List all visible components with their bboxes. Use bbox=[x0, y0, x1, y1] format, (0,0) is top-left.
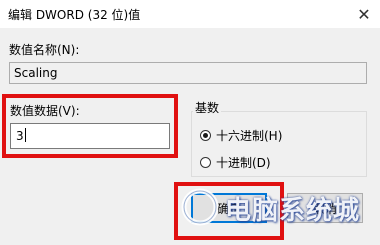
value-data-text: 3 bbox=[16, 129, 24, 143]
title-bar: 编辑 DWORD (32 位)值 ✕ bbox=[0, 0, 380, 28]
radio-hex-label: 十六进制(H) bbox=[216, 129, 283, 143]
radio-hex[interactable]: 十六进制(H) bbox=[200, 127, 282, 144]
value-name-field: Scaling bbox=[9, 62, 367, 84]
radio-decimal-label: 十进制(D) bbox=[216, 156, 271, 170]
radio-button-selected[interactable] bbox=[200, 130, 211, 141]
watermark-logo-icon bbox=[180, 187, 220, 227]
base-group-title: 基数 bbox=[193, 99, 222, 116]
value-data-label: 数值数据(V): bbox=[10, 104, 80, 118]
radio-decimal[interactable]: 十进制(D) bbox=[200, 154, 271, 171]
window-title: 编辑 DWORD (32 位)值 bbox=[8, 8, 141, 22]
text-caret bbox=[24, 128, 26, 142]
radio-button[interactable] bbox=[200, 157, 211, 168]
value-data-input[interactable]: 3 bbox=[10, 123, 170, 149]
value-name-label: 数值名称(N): bbox=[9, 43, 80, 57]
close-icon: ✕ bbox=[357, 4, 371, 24]
close-button[interactable]: ✕ bbox=[348, 0, 380, 28]
watermark-text: 电脑系统城 bbox=[225, 196, 361, 226]
radio-dot-icon bbox=[203, 133, 208, 138]
